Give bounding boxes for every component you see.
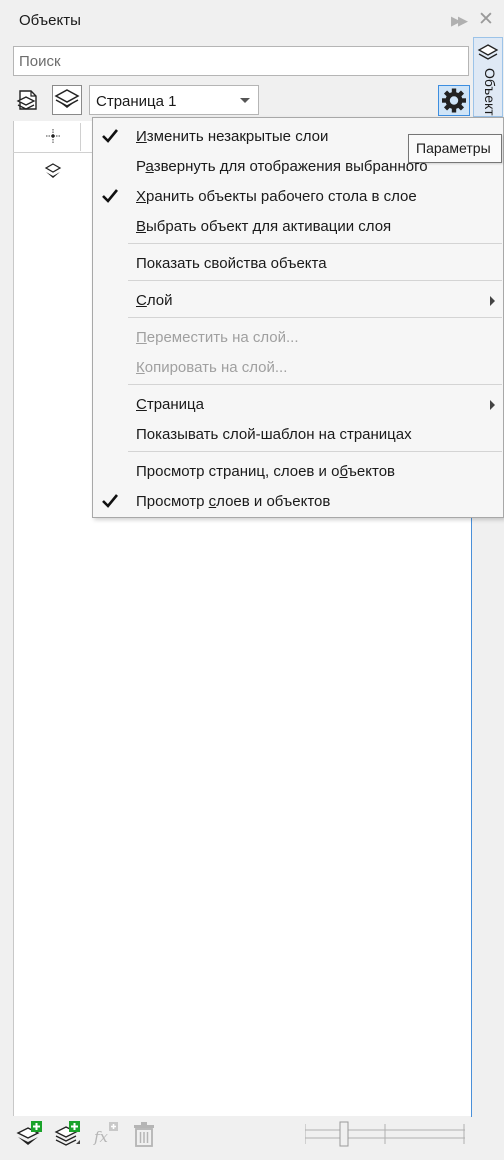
- menu-item-label: Изменить незакрытые слои: [136, 128, 329, 145]
- page-select-dropdown[interactable]: Страница 1: [89, 85, 259, 115]
- tab-objects-label: Объекты: [482, 68, 498, 116]
- menu-item-label: Слой: [136, 292, 173, 309]
- crosshair-icon: [46, 129, 60, 143]
- page-select-value: Страница 1: [96, 93, 177, 110]
- menu-item-label: Переместить на слой...: [136, 329, 299, 346]
- menu-separator: [128, 384, 502, 385]
- menu-item-label: Показывать слой-шаблон на страницах: [136, 426, 412, 443]
- menu-item-label: Развернуть для отображения выбранного: [136, 158, 428, 175]
- page-view-button[interactable]: [14, 85, 44, 115]
- close-panel-button[interactable]: ✕: [475, 9, 497, 31]
- menu-item-label: Выбрать объект для активации слоя: [136, 218, 392, 235]
- new-master-layer-icon[interactable]: [54, 1120, 82, 1148]
- menu-separator: [128, 280, 502, 281]
- page-layers-icon: [16, 90, 37, 110]
- svg-text:fx: fx: [93, 1128, 109, 1146]
- layer-row-icon[interactable]: [44, 162, 62, 180]
- menu-item-label: Просмотр страниц, слоев и объектов: [136, 463, 396, 480]
- new-layer-icon[interactable]: [16, 1120, 44, 1148]
- fx-icon: fx: [93, 1122, 118, 1146]
- double-chevron-right-icon: ▶▶: [451, 13, 468, 28]
- menu-item-layer[interactable]: Слой: [93, 285, 503, 315]
- panel-title: Объекты: [19, 12, 81, 29]
- menu-item-view-pages-layers-objects[interactable]: Просмотр страниц, слоев и объектов: [93, 456, 503, 486]
- menu-item-select-object-activate-layer[interactable]: Выбрать объект для активации слоя: [93, 211, 503, 241]
- menu-item-view-layers-objects[interactable]: Просмотр слоев и объектов: [93, 486, 503, 516]
- search-box[interactable]: [13, 46, 469, 76]
- menu-item-move-to-layer: Переместить на слой...: [93, 322, 503, 352]
- menu-item-show-object-properties[interactable]: Показать свойства объекта: [93, 248, 503, 278]
- checkmark-icon: [102, 494, 119, 508]
- menu-item-label: Хранить объекты рабочего стола в слое: [136, 188, 417, 205]
- layers-icon: [477, 44, 499, 60]
- search-input[interactable]: [14, 47, 468, 75]
- menu-item-keep-desktop-objects[interactable]: Хранить объекты рабочего стола в слое: [93, 181, 503, 211]
- menu-separator: [128, 243, 502, 244]
- options-tooltip: Параметры: [408, 134, 502, 163]
- chevron-right-icon: [490, 296, 495, 306]
- tab-objects-label-wrap: Объекты: [476, 68, 502, 116]
- options-button[interactable]: [438, 85, 470, 116]
- menu-separator: [128, 451, 502, 452]
- chevron-right-icon: [490, 400, 495, 410]
- layer-view-button[interactable]: [52, 85, 82, 115]
- menu-item-label: Копировать на слой...: [136, 359, 288, 376]
- layers-icon: [54, 89, 80, 108]
- menu-item-show-master-layer[interactable]: Показывать слой-шаблон на страницах: [93, 419, 503, 449]
- menu-item-label: Просмотр слоев и объектов: [136, 493, 331, 510]
- menu-item-page[interactable]: Страница: [93, 389, 503, 419]
- close-icon: ✕: [478, 9, 494, 30]
- menu-item-label: Показать свойства объекта: [136, 255, 327, 272]
- zoom-slider[interactable]: [305, 1121, 465, 1147]
- column-divider: [80, 123, 81, 151]
- menu-separator: [128, 317, 502, 318]
- expand-panel-button[interactable]: ▶▶: [447, 10, 469, 32]
- checkmark-icon: [102, 189, 119, 203]
- options-menu: Изменить незакрытые слои Развернуть для …: [92, 117, 504, 518]
- trash-icon: [134, 1122, 154, 1147]
- gear-icon: [442, 88, 466, 113]
- menu-item-copy-to-layer: Копировать на слой...: [93, 352, 503, 382]
- checkmark-icon: [102, 129, 119, 143]
- chevron-down-icon: [240, 98, 250, 103]
- menu-item-label: Страница: [136, 396, 204, 413]
